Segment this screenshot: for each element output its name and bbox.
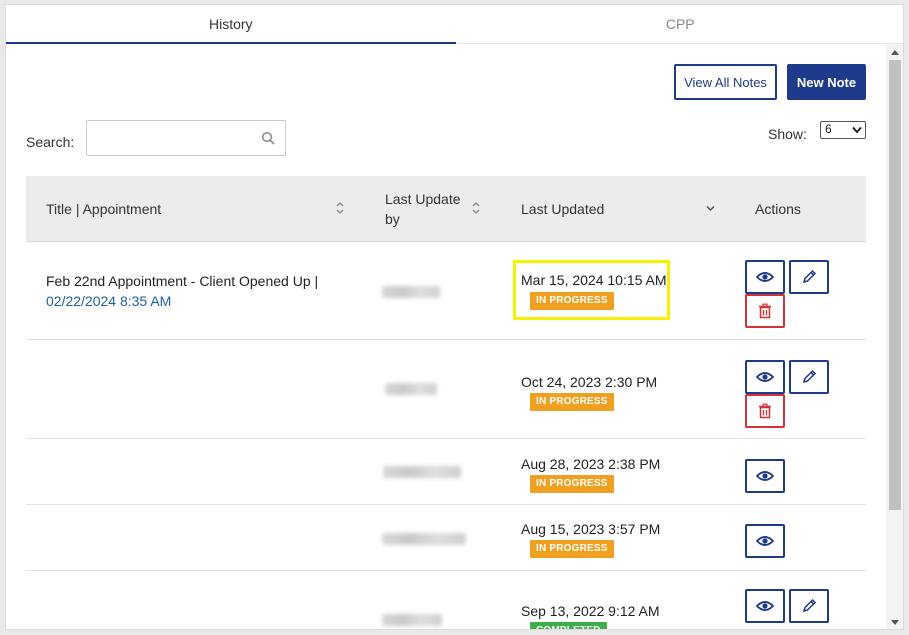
scroll-up-arrow-icon[interactable] (890, 48, 900, 58)
notes-panel: History CPP View All Notes New Note Sear… (5, 4, 904, 630)
tab-history[interactable]: History (6, 5, 456, 44)
header-last-update-by-line2[interactable]: by (385, 211, 400, 227)
show-select-value: 6 (825, 122, 832, 136)
pencil-icon (802, 598, 817, 613)
tab-bar: History CPP (6, 5, 903, 44)
last-updated-date: Mar 15, 2024 10:15 AM (521, 272, 667, 288)
eye-icon (756, 601, 774, 611)
row-title: Feb 22nd Appointment - Client Opened Up … (46, 271, 318, 311)
chevron-down-icon[interactable] (706, 205, 715, 212)
last-updated-date: Aug 15, 2023 3:57 PM (521, 521, 661, 537)
scroll-thumb[interactable] (889, 60, 901, 510)
header-last-updated[interactable]: Last Updated (521, 201, 604, 217)
redacted-user (382, 533, 466, 545)
view-button[interactable] (745, 589, 785, 623)
table-row: Feb 22nd Appointment - Client Opened Up … (26, 242, 866, 340)
search-box (86, 120, 286, 156)
pencil-icon (802, 269, 817, 284)
trash-icon (759, 303, 771, 319)
sort-icon[interactable] (471, 201, 481, 215)
redacted-user (385, 383, 437, 395)
eye-icon (756, 372, 774, 382)
view-button[interactable] (745, 459, 785, 493)
header-title[interactable]: Title | Appointment (46, 201, 161, 217)
appointment-link[interactable]: 02/22/2024 8:35 AM (46, 291, 318, 311)
table-row: Aug 15, 2023 3:57 PM IN PROGRESS (26, 506, 866, 571)
table-row: Aug 28, 2023 2:38 PM IN PROGRESS (26, 440, 866, 505)
last-updated-date: Aug 28, 2023 2:38 PM (521, 456, 661, 472)
redacted-user (382, 286, 440, 298)
edit-button[interactable] (789, 589, 829, 623)
table-row: Sep 13, 2022 9:12 AM COMPLETED (26, 572, 866, 629)
show-select[interactable]: 6 (820, 121, 866, 139)
status-badge: IN PROGRESS (530, 292, 614, 310)
status-badge: COMPLETED (530, 622, 607, 629)
header-last-update-by-line1[interactable]: Last Update (385, 191, 461, 207)
status-badge: IN PROGRESS (530, 475, 614, 493)
view-button[interactable] (745, 260, 785, 294)
chevron-down-icon (852, 126, 862, 134)
note-title: Feb 22nd Appointment - Client Opened Up … (46, 273, 319, 289)
redacted-user (382, 614, 442, 626)
last-updated-date: Sep 13, 2022 9:12 AM (521, 603, 660, 619)
vertical-scrollbar[interactable] (886, 44, 903, 629)
view-button[interactable] (745, 360, 785, 394)
table-header: Title | Appointment Last Update by Last … (26, 176, 866, 242)
search-label: Search: (26, 134, 75, 150)
sort-icon[interactable] (335, 201, 345, 215)
eye-icon (756, 471, 774, 481)
search-input[interactable] (87, 121, 247, 155)
new-note-button[interactable]: New Note (787, 64, 866, 100)
edit-button[interactable] (789, 360, 829, 394)
status-badge: IN PROGRESS (530, 393, 614, 411)
search-icon (261, 131, 275, 145)
edit-button[interactable] (789, 260, 829, 294)
highlight-box (513, 260, 670, 320)
table-row: Oct 24, 2023 2:30 PM IN PROGRESS (26, 341, 866, 439)
view-button[interactable] (745, 524, 785, 558)
trash-icon (759, 403, 771, 419)
view-all-notes-button[interactable]: View All Notes (674, 64, 777, 100)
last-updated-date: Oct 24, 2023 2:30 PM (521, 374, 658, 390)
header-actions: Actions (755, 201, 801, 217)
eye-icon (756, 536, 774, 546)
delete-button[interactable] (745, 294, 785, 328)
status-badge: IN PROGRESS (530, 540, 614, 558)
show-label: Show: (768, 126, 807, 142)
history-content: View All Notes New Note Search: Show: 6 … (6, 44, 886, 629)
redacted-user (383, 466, 461, 478)
scroll-down-arrow-icon[interactable] (890, 617, 900, 627)
pencil-icon (802, 369, 817, 384)
tab-cpp[interactable]: CPP (455, 5, 903, 44)
eye-icon (756, 272, 774, 282)
delete-button[interactable] (745, 394, 785, 428)
